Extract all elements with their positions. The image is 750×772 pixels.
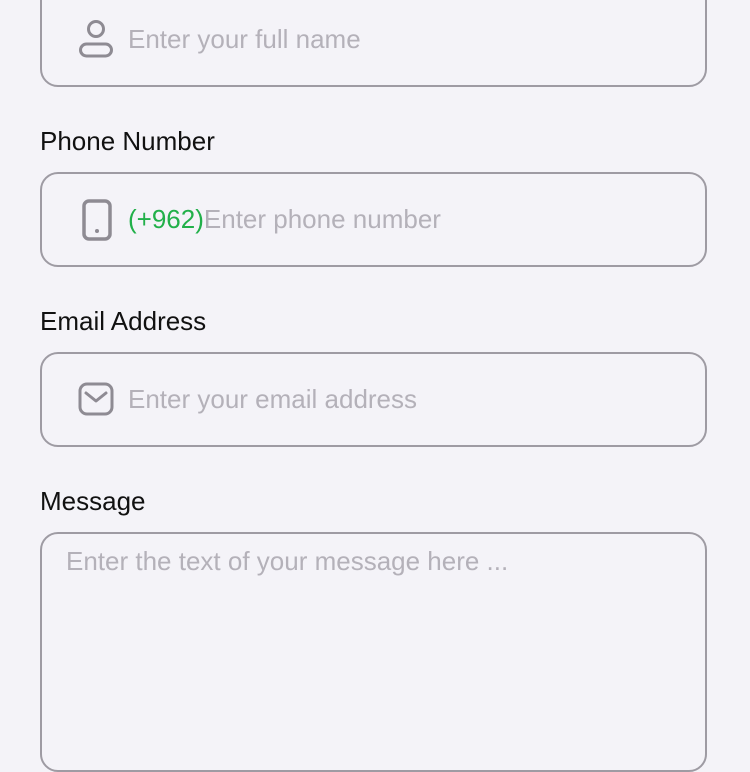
full-name-placeholder: Enter your full name [128,24,361,54]
country-code-prefix: (+962) [128,204,204,234]
email-placeholder: Enter your email address [128,384,418,414]
phone-input-text: (+962)Enter phone number [128,206,441,232]
user-icon [79,20,113,58]
message-placeholder: Enter the text of your message here ... [66,546,509,576]
phone-label: Phone Number [40,126,215,156]
message-label: Message [40,486,146,516]
phone-icon [82,199,112,241]
email-label: Email Address [40,306,207,336]
mail-icon [78,382,114,416]
phone-placeholder: Enter phone number [203,204,441,234]
